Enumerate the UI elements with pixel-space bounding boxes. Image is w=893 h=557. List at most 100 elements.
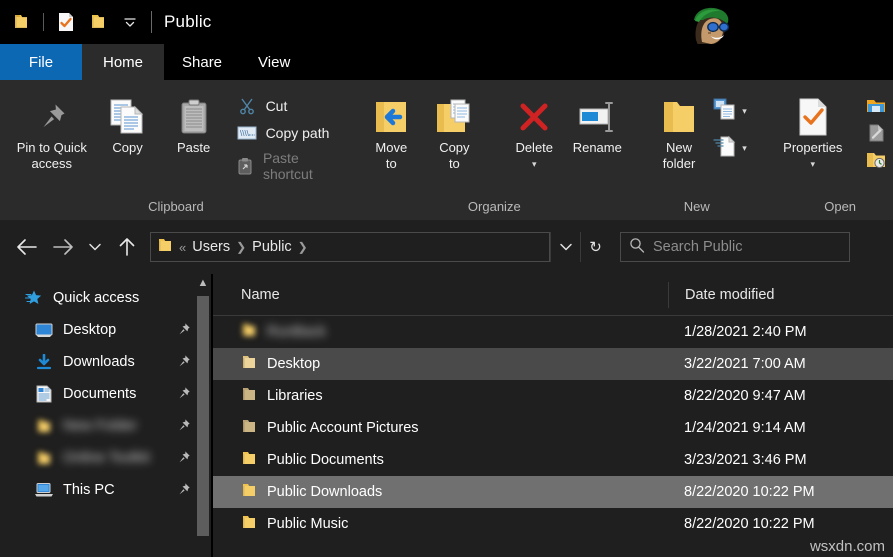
- file-date-cell: 8/22/2020 10:22 PM: [668, 516, 893, 532]
- chevron-down-icon[interactable]: [117, 9, 143, 35]
- table-row[interactable]: Public Documents 3/23/2021 3:46 PM: [213, 444, 893, 476]
- file-name-cell: Public Documents: [213, 450, 668, 470]
- scroll-up-icon[interactable]: ▲: [195, 274, 211, 292]
- refresh-button[interactable]: ↻: [580, 232, 610, 262]
- folder-icon: [34, 416, 54, 436]
- chevron-right-icon-2[interactable]: ❯: [298, 240, 308, 254]
- new-folder-label: New folder: [663, 140, 696, 172]
- search-icon: [629, 237, 645, 258]
- pin-icon[interactable]: [177, 322, 191, 340]
- breadcrumb-item-users[interactable]: Users: [192, 239, 230, 255]
- move-to-icon: [370, 94, 412, 140]
- scrollbar-thumb[interactable]: [197, 296, 209, 536]
- tab-home[interactable]: Home: [82, 44, 164, 80]
- move-to-label: Move to: [375, 140, 407, 172]
- sidebar-item-documents[interactable]: Documents: [0, 378, 211, 410]
- edit-button[interactable]: Ed: [865, 123, 893, 143]
- tab-file[interactable]: File: [0, 44, 82, 80]
- sidebar-item-redacted-1[interactable]: New Folder: [0, 410, 211, 442]
- file-list-pane: Name Date modified RunBack 1/28/2021 2:4…: [213, 274, 893, 557]
- new-item-button[interactable]: ▾: [713, 98, 747, 125]
- paste-button[interactable]: Paste: [162, 90, 226, 156]
- address-bar-buttons: ↻: [550, 232, 610, 262]
- pin-icon[interactable]: [177, 418, 191, 436]
- file-date-cell: 3/22/2021 7:00 AM: [668, 356, 893, 372]
- file-name-cell: Public Music: [213, 514, 668, 534]
- move-to-button[interactable]: Move to: [362, 90, 421, 172]
- search-box[interactable]: Search Public: [620, 232, 850, 262]
- folder-icon[interactable]: [8, 9, 34, 35]
- copy-to-button[interactable]: Copy to: [425, 90, 484, 172]
- column-header-name[interactable]: Name: [213, 287, 668, 303]
- breadcrumb-item-public[interactable]: Public: [252, 239, 292, 255]
- new-item-icon: [713, 98, 737, 125]
- pin-icon[interactable]: [177, 354, 191, 372]
- breadcrumb-overflow[interactable]: «: [179, 240, 186, 255]
- tab-view[interactable]: View: [240, 44, 308, 80]
- table-row[interactable]: Public Downloads 8/22/2020 10:22 PM: [213, 476, 893, 508]
- downloads-icon: [34, 352, 54, 372]
- sidebar-item-downloads[interactable]: Downloads: [0, 346, 211, 378]
- folder-icon: [241, 386, 257, 406]
- rename-button[interactable]: Rename: [568, 90, 627, 156]
- folder-icon: [241, 482, 257, 502]
- file-name-cell: Desktop: [213, 354, 668, 374]
- pin-icon[interactable]: [177, 386, 191, 404]
- breadcrumb[interactable]: « Users ❯ Public ❯: [150, 232, 550, 262]
- pin-to-quick-access-button[interactable]: Pin to Quick access: [10, 90, 94, 172]
- forward-button[interactable]: [48, 232, 78, 262]
- history-button[interactable]: Hi: [865, 150, 893, 170]
- qat-separator: [43, 13, 44, 31]
- open-button[interactable]: Op: [865, 96, 893, 116]
- file-date-cell: 1/28/2021 2:40 PM: [668, 324, 893, 340]
- recent-locations-button[interactable]: [82, 232, 108, 262]
- copy-button[interactable]: Copy: [96, 90, 160, 156]
- file-date-cell: 8/22/2020 9:47 AM: [668, 388, 893, 404]
- tab-share[interactable]: Share: [164, 44, 240, 80]
- sidebar-item-this-pc[interactable]: This PC: [0, 474, 211, 506]
- table-row[interactable]: RunBack 1/28/2021 2:40 PM: [213, 316, 893, 348]
- up-button[interactable]: [112, 232, 142, 262]
- sidebar-item-label: Desktop: [63, 322, 116, 338]
- easy-access-caret-icon[interactable]: ▾: [742, 143, 747, 154]
- new-item-caret-icon[interactable]: ▾: [742, 106, 747, 117]
- pin-icon[interactable]: [177, 450, 191, 468]
- address-dropdown-button[interactable]: [550, 232, 580, 262]
- column-header-date-modified[interactable]: Date modified: [668, 282, 893, 308]
- table-row[interactable]: Public Account Pictures 1/24/2021 9:14 A…: [213, 412, 893, 444]
- new-folder-button[interactable]: New folder: [647, 90, 711, 172]
- sidebar-item-redacted-2[interactable]: Online Toolkit: [0, 442, 211, 474]
- delete-caret-icon[interactable]: ▾: [532, 156, 537, 172]
- navigation-scrollbar[interactable]: ▲: [195, 274, 211, 557]
- new-folder-icon[interactable]: [85, 9, 111, 35]
- chevron-right-icon[interactable]: ❯: [236, 240, 246, 254]
- file-name-label: Libraries: [267, 388, 323, 404]
- properties-caret-icon[interactable]: ▾: [811, 156, 816, 172]
- properties-icon: [797, 94, 829, 140]
- delete-button[interactable]: Delete ▾: [505, 90, 564, 172]
- paste-shortcut-button[interactable]: Paste shortcut: [236, 150, 342, 182]
- copy-path-button[interactable]: \\\\ Copy path: [236, 123, 342, 143]
- sidebar-item-quick-access[interactable]: Quick access: [0, 282, 211, 314]
- pin-icon[interactable]: [177, 482, 191, 500]
- properties-button[interactable]: Properties ▾: [767, 90, 859, 172]
- cut-button[interactable]: Cut: [236, 96, 342, 116]
- table-row[interactable]: Desktop 3/22/2021 7:00 AM: [213, 348, 893, 380]
- search-input[interactable]: Search Public: [653, 239, 742, 255]
- table-row[interactable]: Public Music 8/22/2020 10:22 PM: [213, 508, 893, 540]
- rename-icon: [576, 94, 618, 140]
- user-avatar[interactable]: [678, 2, 740, 46]
- column-headers: Name Date modified: [213, 274, 893, 316]
- desktop-icon: [34, 320, 54, 340]
- table-row[interactable]: Libraries 8/22/2020 9:47 AM: [213, 380, 893, 412]
- star-icon: [24, 288, 44, 308]
- delete-label: Delete: [515, 140, 553, 156]
- properties-icon[interactable]: [53, 9, 79, 35]
- sidebar-item-desktop[interactable]: Desktop: [0, 314, 211, 346]
- folder-icon: [241, 450, 257, 470]
- easy-access-button[interactable]: ▾: [713, 135, 747, 162]
- breadcrumb-folder-icon: [157, 237, 173, 258]
- back-button[interactable]: [12, 232, 42, 262]
- computer-icon: [34, 480, 54, 500]
- svg-text:\\\\: \\\\: [240, 129, 250, 138]
